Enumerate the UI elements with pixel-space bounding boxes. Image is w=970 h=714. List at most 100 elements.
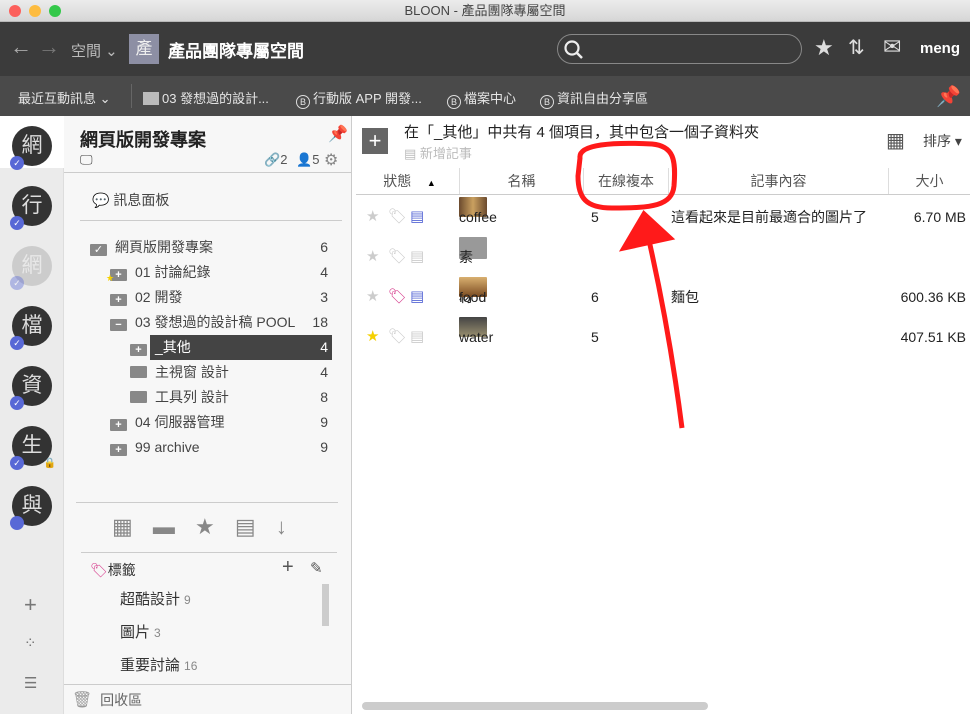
close-window-button[interactable] (9, 5, 21, 17)
folder-label: 01 討論紀錄 (135, 264, 211, 280)
space-avatar[interactable]: 檔 ✓ (10, 306, 52, 350)
folder-icon: + (110, 294, 127, 306)
tag-item[interactable]: 圖片 3 (120, 621, 161, 642)
star-toggle-icon[interactable]: ★ (366, 237, 379, 277)
person-icon: 👤 (296, 152, 313, 167)
note-icon[interactable]: ▤ (410, 317, 424, 357)
folder-filter-icon[interactable]: ▬ (153, 514, 175, 539)
tags-scrollbar[interactable] (322, 584, 329, 626)
new-note-button[interactable]: ▤ 新增記事 (404, 143, 472, 162)
back-icon[interactable]: ← (10, 34, 32, 60)
mail-icon[interactable]: ✉ (883, 34, 901, 60)
tag-toggle-icon[interactable]: 🏷 (388, 277, 407, 317)
space-menu-label: 空間 (71, 43, 102, 60)
add-tag-icon[interactable]: + (282, 556, 294, 579)
link-count[interactable]: 🔗2 (264, 152, 287, 168)
space-avatar[interactable]: 網 ✓ (10, 246, 52, 290)
message-board-link[interactable]: 💬 訊息面板 (92, 190, 169, 210)
bookmark-label: 行動版 APP 開發... (313, 91, 422, 106)
note-filter-icon[interactable]: ▤ (235, 514, 256, 539)
link-count-value: 2 (280, 152, 288, 167)
folder-tree-item[interactable]: +99 archive 9 (64, 435, 352, 460)
bookmark-item[interactable]: B 行動版 APP 開發... (296, 88, 422, 109)
bookmark-bar: 最近互動訊息 ⌄ 03 發想過的設計... B 行動版 APP 開發... B 檔案… (0, 76, 970, 116)
horizontal-scrollbar[interactable] (362, 702, 708, 710)
list-view-icon[interactable]: ☰ (24, 674, 37, 692)
sync-icon[interactable]: 🖵 (80, 152, 93, 168)
search-input[interactable] (557, 34, 802, 64)
zoom-window-button[interactable] (49, 5, 61, 17)
minimize-window-button[interactable] (29, 5, 41, 17)
bookmark-item[interactable]: 03 發想過的設計... (143, 88, 269, 107)
tag-item[interactable]: 超酷設計 9 (120, 588, 191, 609)
gear-icon[interactable]: ⚙ (324, 150, 338, 170)
recent-messages-menu[interactable]: 最近互動訊息 ⌄ (18, 88, 111, 107)
all-items-icon[interactable]: ▦ (112, 514, 133, 539)
star-icon[interactable]: ★ (814, 35, 834, 61)
bookmark-item[interactable]: B 檔案中心 (447, 88, 516, 109)
grid-view-icon[interactable]: ▦ (886, 128, 905, 153)
divider (81, 552, 337, 553)
add-space-icon[interactable]: + (24, 592, 37, 618)
table-row[interactable]: ★ 🏷 ▤ food 6 麵包 600.36 KB (352, 277, 970, 317)
space-avatar[interactable]: 生 ✓ 🔒 (10, 426, 56, 470)
folder-tree-item[interactable]: 工具列 設計 8 (64, 385, 352, 410)
tag-toggle-icon[interactable]: 🏷 (388, 197, 407, 237)
column-note[interactable]: 記事內容 (669, 168, 889, 194)
trash-link[interactable]: 🗑 回收區 (72, 690, 142, 710)
folder-tree-item[interactable]: −03 發想過的設計稿 POOL 18 (64, 310, 352, 335)
tag-count: 9 (184, 593, 191, 607)
space-menu[interactable]: 空間 ⌄ (71, 40, 118, 61)
folder-label: 02 開發 (135, 289, 183, 305)
table-row[interactable]: ★ 🏷 ▤ water 5 407.51 KB (352, 317, 970, 357)
tag-toggle-icon[interactable]: 🏷 (388, 317, 407, 357)
item-size: 600.36 KB (900, 289, 966, 305)
table-row[interactable]: ★ 🏷 ▤ 素材 (352, 237, 970, 305)
space-char: 網 (21, 254, 43, 277)
space-avatar[interactable]: 與 (10, 486, 52, 530)
star-toggle-icon[interactable]: ★ (366, 317, 379, 357)
folder-count: 18 (312, 314, 328, 330)
user-name[interactable]: meng (920, 40, 960, 57)
pin-icon[interactable]: 📌 (936, 84, 961, 109)
download-icon[interactable]: ↓ (276, 514, 287, 539)
sidebar: 網頁版開發專案 📌 🖵 🔗2 👤5 ⚙ 💬 訊息面板 ✓ 網頁版開發專案 6 +01 … (64, 116, 352, 714)
star-toggle-icon[interactable]: ★ (366, 277, 379, 317)
sort-arrows-icon[interactable]: ⇅ (848, 35, 865, 60)
folder-tree-item[interactable]: +01 討論紀錄 ★ 4 (64, 260, 352, 285)
member-count[interactable]: 👤5 (296, 152, 319, 168)
edit-tag-icon[interactable]: ✎ (310, 559, 323, 577)
column-label: 狀態 (383, 173, 412, 189)
column-name[interactable]: 名稱 (460, 168, 584, 194)
folder-tree-item[interactable]: 主視窗 設計 4 (64, 360, 352, 385)
tag-item[interactable]: 重要討論 16 (120, 654, 197, 675)
folder-label: 網頁版開發專案 (115, 239, 213, 255)
star-filter-icon[interactable]: ★ (195, 514, 215, 539)
folder-summary: 在「_其他」中共有 4 個項目，其中包含一個子資料夾 (404, 124, 760, 141)
column-size[interactable]: 大小 (889, 168, 970, 194)
pin-icon[interactable]: 📌 (328, 124, 348, 144)
space-avatar[interactable]: 行 ✓ (10, 186, 52, 230)
sort-menu[interactable]: 排序 ▾ (923, 131, 962, 151)
star-toggle-icon[interactable]: ★ (366, 197, 379, 237)
folder-tree-item[interactable]: +02 開發 3 (64, 285, 352, 310)
project-title: 網頁版開發專案 (80, 130, 206, 150)
folder-tree-item[interactable]: +04 伺服器管理 9 (64, 410, 352, 435)
space-avatar[interactable]: 資 ✓ (10, 366, 52, 410)
folder-tree-item[interactable]: + _其他 4 (64, 335, 352, 360)
tag-toggle-icon[interactable]: 🏷 (388, 237, 407, 277)
divider (64, 684, 352, 685)
add-item-button[interactable]: + (362, 128, 388, 154)
column-status[interactable]: 狀態 ▲ (360, 168, 460, 194)
note-icon[interactable]: ▤ (410, 197, 424, 237)
folder-tree-item[interactable]: ✓ 網頁版開發專案 6 (64, 235, 352, 260)
trash-label: 回收區 (100, 692, 143, 708)
forward-icon[interactable]: → (38, 34, 60, 60)
bookmark-item[interactable]: B 資訊自由分享區 (540, 88, 648, 109)
space-avatar[interactable]: 網 ✓ (10, 126, 52, 170)
note-icon[interactable]: ▤ (410, 237, 424, 277)
note-icon[interactable]: ▤ (410, 277, 424, 317)
table-row[interactable]: ★ 🏷 ▤ coffee 5 這看起來是目前最適合的圖片了 6.70 MB (352, 197, 970, 237)
grid-view-icon[interactable]: ⁘ (24, 634, 37, 652)
column-online-copies[interactable]: 在線複本 (584, 168, 669, 194)
